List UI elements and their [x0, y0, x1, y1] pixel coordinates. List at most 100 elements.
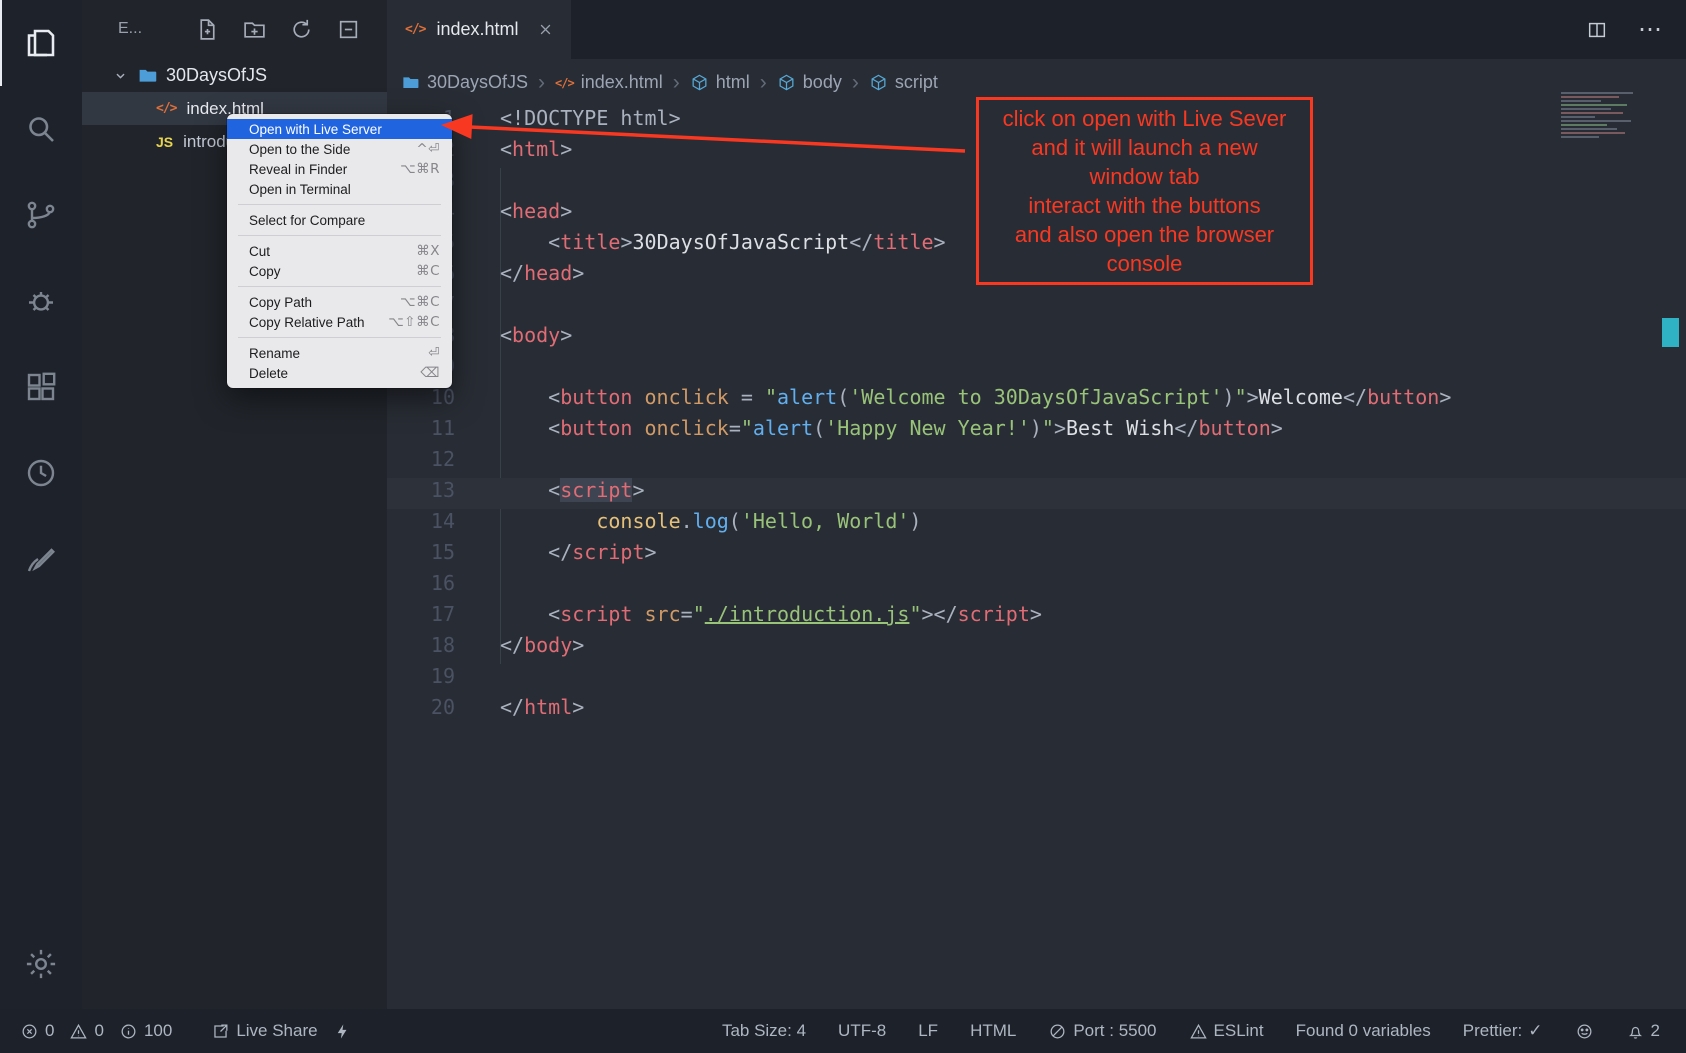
overview-ruler-selection-marker — [1662, 318, 1679, 347]
annotation-line: console — [981, 249, 1308, 278]
code-line[interactable]: 14 console.log('Hello, World') — [387, 509, 1686, 540]
split-editor-icon[interactable] — [1586, 19, 1608, 41]
activity-item-source-control[interactable] — [0, 172, 82, 258]
annotation-line: and also open the browser — [981, 220, 1308, 249]
new-folder-icon[interactable] — [242, 17, 267, 42]
live-share-label: Live Share — [236, 1021, 317, 1041]
activity-item-debug[interactable] — [0, 258, 82, 344]
code-line[interactable]: 10 <button onclick = "alert('Welcome to … — [387, 385, 1686, 416]
explorer-actions — [195, 17, 361, 42]
status-errors[interactable]: 0 — [20, 1021, 54, 1041]
breadcrumb-label: script — [895, 72, 938, 93]
warnings-count: 0 — [94, 1021, 103, 1041]
menu-item-shortcut: ⌥⌘C — [400, 294, 440, 310]
menu-item-shortcut: ⌫ — [420, 365, 440, 381]
menu-item-open-with-live-server[interactable]: Open with Live Server — [227, 119, 452, 139]
breadcrumb-folder[interactable]: 30DaysOfJS — [401, 72, 528, 93]
activity-item-explorer[interactable] — [0, 0, 82, 86]
tree-folder-30daysofjs[interactable]: 30DaysOfJS — [82, 58, 387, 92]
explorer-header: E... — [82, 0, 387, 58]
info-count: 100 — [144, 1021, 172, 1041]
more-actions-icon[interactable]: ⋯ — [1638, 18, 1662, 42]
code-line[interactable]: 13 <script> — [387, 478, 1686, 509]
menu-item-rename[interactable]: Rename⏎ — [227, 343, 452, 363]
status-feedback[interactable] — [1575, 1022, 1594, 1041]
tab-size-label: Tab Size: 4 — [722, 1021, 806, 1041]
html-file-icon: </> — [405, 22, 425, 37]
vscode-window: E... 30DaysOfJS </> index.html JS introd… — [0, 0, 1686, 1053]
extensions-icon — [23, 369, 59, 405]
js-file-icon: JS — [156, 134, 173, 150]
menu-item-label: Copy Relative Path — [249, 315, 365, 330]
explorer-title: E... — [118, 20, 142, 38]
menu-item-copy[interactable]: Copy⌘C — [227, 261, 452, 281]
breadcrumb-file[interactable]: </> index.html — [555, 72, 663, 93]
status-live-share[interactable]: Live Share — [211, 1021, 317, 1041]
collapse-all-icon[interactable] — [336, 17, 361, 42]
menu-item-cut[interactable]: Cut⌘X — [227, 241, 452, 261]
clock-icon — [23, 455, 59, 491]
code-line[interactable]: 15 </script> — [387, 540, 1686, 571]
code-line[interactable]: 20</html> — [387, 695, 1686, 726]
code-line[interactable]: 8<body> — [387, 323, 1686, 354]
status-language[interactable]: HTML — [970, 1021, 1016, 1041]
statusbar-right: Tab Size: 4 UTF-8 LF HTML Port : 5500 ES… — [722, 1021, 1660, 1041]
breadcrumb-symbol-script[interactable]: script — [869, 72, 938, 93]
check-icon: ✓ — [1528, 1021, 1542, 1041]
line-number: 18 — [387, 633, 455, 664]
line-number: 11 — [387, 416, 455, 447]
menu-item-select-for-compare[interactable]: Select for Compare — [227, 210, 452, 230]
activity-item-settings[interactable] — [0, 927, 82, 1001]
code-line[interactable]: 18</body> — [387, 633, 1686, 664]
status-port[interactable]: Port : 5500 — [1048, 1021, 1156, 1041]
code-line[interactable]: 19 — [387, 664, 1686, 695]
status-eslint[interactable]: ESLint — [1189, 1021, 1264, 1041]
new-file-icon[interactable] — [195, 17, 220, 42]
status-lightning[interactable] — [333, 1022, 352, 1041]
errors-count: 0 — [45, 1021, 54, 1041]
activity-item-extensions[interactable] — [0, 344, 82, 430]
line-number: 19 — [387, 664, 455, 695]
menu-item-delete[interactable]: Delete ⌫ — [227, 363, 452, 383]
status-notifications[interactable]: 2 — [1626, 1021, 1660, 1041]
status-encoding[interactable]: UTF-8 — [838, 1021, 886, 1041]
menu-item-open-to-the-side[interactable]: Open to the Side^⏎ — [227, 139, 452, 159]
breadcrumb-separator-icon — [538, 71, 545, 95]
minimap[interactable] — [1561, 92, 1656, 140]
tab-index-html[interactable]: </> index.html — [387, 0, 571, 59]
code-line[interactable]: 17 <script src="./introduction.js"></scr… — [387, 602, 1686, 633]
menu-item-label: Delete — [249, 366, 288, 381]
activity-item-search[interactable] — [0, 86, 82, 172]
minimap-line — [1561, 104, 1627, 106]
annotation-box: click on open with Live Severand it will… — [976, 97, 1313, 285]
code-line[interactable]: 12 — [387, 447, 1686, 478]
code-line[interactable]: 9 — [387, 354, 1686, 385]
status-warnings[interactable]: 0 — [69, 1021, 103, 1041]
source-control-icon — [23, 197, 59, 233]
menu-item-label: Copy — [249, 264, 281, 279]
folder-icon — [401, 73, 420, 92]
breadcrumb-symbol-body[interactable]: body — [777, 72, 842, 93]
code-line[interactable]: 11 <button onclick="alert('Happy New Yea… — [387, 416, 1686, 447]
minimap-line — [1561, 100, 1601, 102]
menu-item-shortcut: ^⏎ — [416, 141, 440, 157]
menu-item-reveal-in-finder[interactable]: Reveal in Finder⌥⌘R — [227, 159, 452, 179]
menu-item-copy-path[interactable]: Copy Path⌥⌘C — [227, 292, 452, 312]
menu-item-label: Open in Terminal — [249, 182, 351, 197]
activity-item-live-pen[interactable] — [0, 516, 82, 602]
status-eol[interactable]: LF — [918, 1021, 938, 1041]
line-number: 14 — [387, 509, 455, 540]
status-variables[interactable]: Found 0 variables — [1296, 1021, 1431, 1041]
refresh-icon[interactable] — [289, 17, 314, 42]
code-line[interactable]: 7 — [387, 292, 1686, 323]
breadcrumb-symbol-html[interactable]: html — [690, 72, 750, 93]
tab-close-button[interactable] — [538, 22, 553, 37]
activity-item-history[interactable] — [0, 430, 82, 516]
menu-item-copy-relative-path[interactable]: Copy Relative Path⌥⇧⌘C — [227, 312, 452, 332]
code-line[interactable]: 16 — [387, 571, 1686, 602]
status-info[interactable]: 100 — [119, 1021, 172, 1041]
menu-item-open-in-terminal[interactable]: Open in Terminal — [227, 179, 452, 199]
status-prettier[interactable]: Prettier: ✓ — [1463, 1021, 1543, 1041]
status-tab-size[interactable]: Tab Size: 4 — [722, 1021, 806, 1041]
activity-bar — [0, 0, 82, 1009]
